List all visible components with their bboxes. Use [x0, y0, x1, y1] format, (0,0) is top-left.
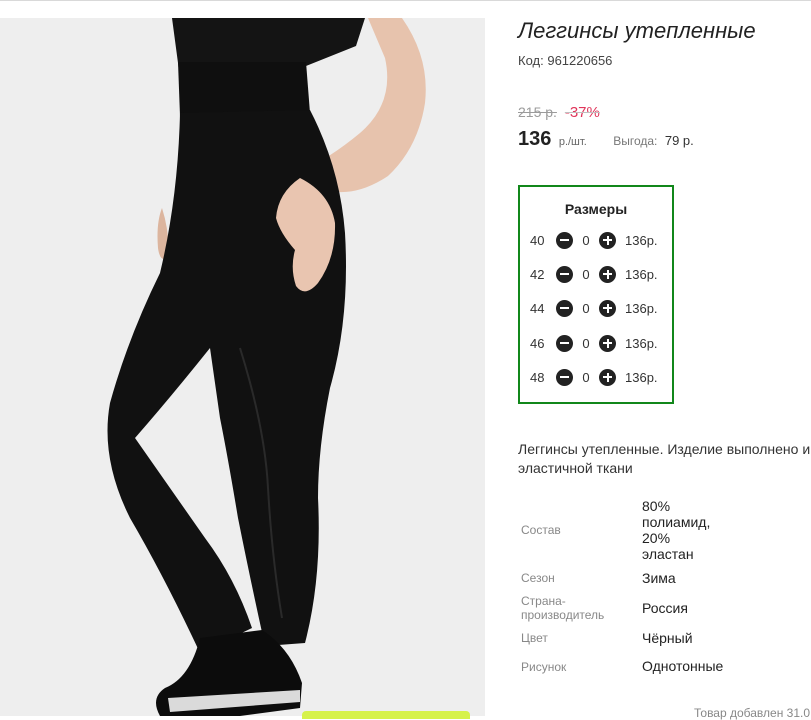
product-title: Леггинсы утепленные [518, 18, 756, 43]
product-photo[interactable] [0, 18, 485, 716]
quantity-value[interactable]: 0 [573, 336, 599, 351]
spec-value-line: эластан [642, 546, 694, 562]
plus-circle-icon[interactable] [599, 299, 616, 317]
product-description: Леггинсы утепленные. Изделие выполнено и… [518, 440, 811, 478]
add-to-cart-button[interactable] [302, 711, 470, 719]
plus-circle-icon[interactable] [599, 265, 616, 283]
size-row-40: 40 0 136р. [530, 230, 658, 250]
quantity-value[interactable]: 0 [573, 301, 599, 316]
size-label: 40 [530, 232, 545, 248]
top-divider [0, 0, 811, 5]
size-row-46: 46 0 136р. [530, 333, 658, 353]
spec-value-line: 80% [642, 498, 671, 514]
spec-label: Состав [521, 523, 561, 537]
old-price: 215 р. [518, 104, 557, 120]
old-price-row: 215 р. -37% [518, 104, 600, 121]
saving-value: 79 р. [664, 133, 694, 148]
plus-circle-icon[interactable] [599, 231, 616, 249]
saving-label: Выгода: [613, 134, 658, 148]
spec-value: Чёрный [642, 630, 693, 646]
size-label: 44 [530, 300, 545, 316]
size-label: 46 [530, 335, 545, 351]
spec-label: Цвет [521, 631, 548, 645]
description-line: эластичной ткани [518, 460, 633, 476]
spec-value-line: полиамид, [642, 514, 711, 530]
minus-circle-icon[interactable] [556, 368, 573, 386]
spec-label: Сезон [521, 571, 555, 585]
minus-circle-icon[interactable] [556, 265, 573, 283]
discount-badge: -37% [564, 104, 600, 121]
product-code-label: Код: [518, 53, 544, 68]
product-code: Код: 961220656 [518, 53, 612, 68]
minus-circle-icon[interactable] [556, 231, 573, 249]
plus-circle-icon[interactable] [599, 368, 616, 386]
current-price: 136 [518, 128, 552, 150]
size-price: 136р. [625, 335, 658, 351]
plus-circle-icon[interactable] [599, 334, 616, 352]
size-price: 136р. [625, 232, 658, 248]
product-photo-illustration [0, 18, 485, 716]
spec-label-line: производитель [521, 608, 605, 622]
spec-label-line: Страна- [521, 594, 566, 608]
minus-circle-icon[interactable] [556, 299, 573, 317]
sizes-title: Размеры [564, 201, 628, 217]
sizes-panel: Размеры 40 0 136р. 42 0 136р. 44 0 136р.… [518, 185, 674, 404]
product-code-value: 961220656 [547, 53, 613, 68]
size-label: 48 [530, 369, 545, 385]
spec-value: 80% полиамид, 20% эластан [642, 498, 710, 562]
current-price-row: 136 р./шт. Выгода: 79 р. [518, 128, 694, 151]
size-price: 136р. [625, 300, 658, 316]
size-row-44: 44 0 136р. [530, 298, 658, 318]
spec-value-line: 20% [642, 530, 671, 546]
spec-label: Страна- производитель [521, 594, 604, 622]
added-date-note: Товар добавлен 31.0 [694, 706, 811, 720]
spec-label: Рисунок [521, 660, 567, 674]
quantity-value[interactable]: 0 [573, 267, 599, 282]
size-row-42: 42 0 136р. [530, 264, 658, 284]
size-label: 42 [530, 266, 545, 282]
spec-value: Россия [642, 600, 688, 616]
spec-value: Однотонные [642, 658, 724, 674]
quantity-value[interactable]: 0 [573, 233, 599, 248]
quantity-value[interactable]: 0 [573, 370, 599, 385]
size-price: 136р. [625, 369, 658, 385]
minus-circle-icon[interactable] [556, 334, 573, 352]
spec-value: Зима [642, 570, 676, 586]
price-unit: р./шт. [558, 136, 587, 148]
size-price: 136р. [625, 266, 658, 282]
description-line: Леггинсы утепленные. Изделие выполнено и [518, 441, 811, 457]
size-row-48: 48 0 136р. [530, 367, 658, 387]
